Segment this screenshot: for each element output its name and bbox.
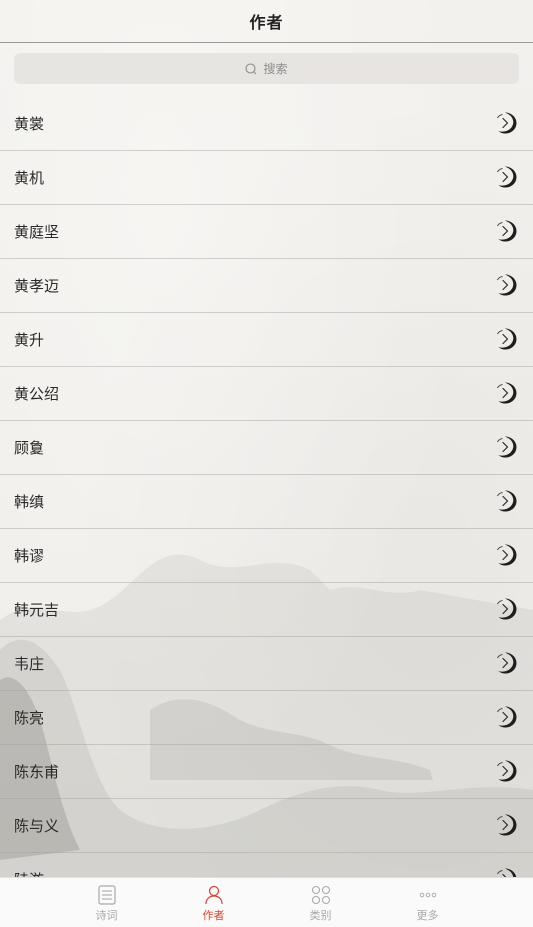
brush-chevron-icon [493,380,519,406]
brush-chevron-icon [493,650,519,676]
author-name: 顾敻 [14,439,45,457]
author-name: 黄机 [14,169,45,187]
tab-2[interactable]: 类别 [267,878,374,927]
person-icon [203,884,225,906]
search-placeholder: 搜索 [263,62,288,76]
brush-chevron-icon [493,272,519,298]
list-item[interactable]: 陈与义 [0,799,533,853]
brush-chevron-icon [493,164,519,190]
author-list: 黄裳黄机黄庭坚黄孝迈黄升黄公绍顾敻韩缜韩谬韩元吉韦庄陈亮陈东甫陈与义陆游 [0,97,533,877]
tab-label: 类别 [309,909,332,922]
page-title: 作者 [249,13,284,32]
list-item[interactable]: 黄庭坚 [0,205,533,259]
list-item[interactable]: 黄裳 [0,97,533,151]
brush-chevron-icon [493,542,519,568]
list-item[interactable]: 韩缜 [0,475,533,529]
list-item[interactable]: 韦庄 [0,637,533,691]
nav-bar: 作者 [0,0,533,43]
brush-chevron-icon [493,704,519,730]
brush-chevron-icon [493,218,519,244]
more-dots-icon [417,884,439,906]
list-item[interactable]: 陈东甫 [0,745,533,799]
author-name: 韩缜 [14,493,45,511]
list-item[interactable]: 黄孝迈 [0,259,533,313]
brush-chevron-icon [493,866,519,877]
list-item[interactable]: 黄机 [0,151,533,205]
grid-icon [310,884,332,906]
search-icon [245,62,257,75]
list-item[interactable]: 韩元吉 [0,583,533,637]
author-name: 黄裳 [14,115,45,133]
tab-bar: 诗词 作者 类别 更多 [0,877,533,927]
tab-label: 更多 [416,909,439,922]
tab-label: 诗词 [95,909,118,922]
brush-chevron-icon [493,110,519,136]
brush-chevron-icon [493,812,519,838]
tab-0[interactable]: 诗词 [53,878,160,927]
search-bar: 搜索 [0,43,533,96]
tab-3[interactable]: 更多 [374,878,481,927]
author-name: 黄升 [14,331,45,349]
author-name: 黄孝迈 [14,277,60,295]
author-name: 陈与义 [14,817,60,835]
tab-1[interactable]: 作者 [160,878,267,927]
author-name: 韦庄 [14,655,45,673]
author-name: 陈亮 [14,709,45,727]
document-icon [96,884,118,906]
list-item[interactable]: 黄升 [0,313,533,367]
list-item[interactable]: 顾敻 [0,421,533,475]
tab-label: 作者 [202,909,225,922]
author-name: 黄庭坚 [14,223,60,241]
author-name: 陆游 [14,869,44,877]
search-input[interactable]: 搜索 [14,53,519,84]
author-name: 陈东甫 [14,763,60,781]
brush-chevron-icon [493,326,519,352]
brush-chevron-icon [493,758,519,784]
list-item[interactable]: 陆游 [0,853,533,877]
list-item[interactable]: 韩谬 [0,529,533,583]
author-name: 黄公绍 [14,385,60,403]
author-name: 韩元吉 [14,601,60,619]
brush-chevron-icon [493,596,519,622]
author-name: 韩谬 [14,547,45,565]
list-item[interactable]: 黄公绍 [0,367,533,421]
brush-chevron-icon [493,434,519,460]
brush-chevron-icon [493,488,519,514]
list-item[interactable]: 陈亮 [0,691,533,745]
